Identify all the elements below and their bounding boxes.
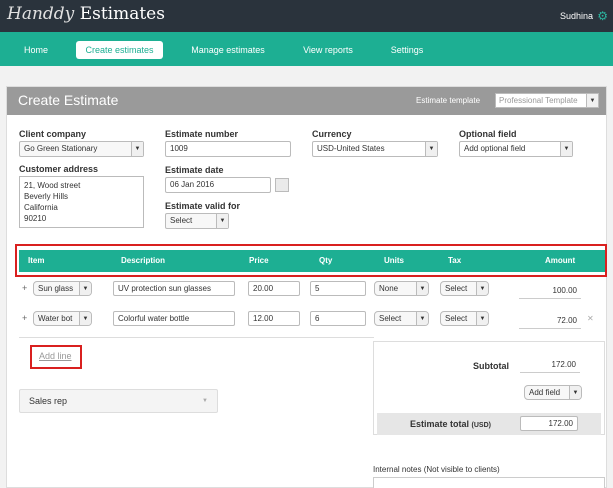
add-line-highlight bbox=[30, 345, 82, 369]
close-icon[interactable]: ✕ bbox=[587, 314, 594, 323]
customer-address-label: Customer address bbox=[19, 164, 99, 174]
subtotal-value: 172.00 bbox=[520, 358, 580, 373]
internal-notes-input[interactable] bbox=[373, 477, 605, 488]
chevron-down-icon: ▼ bbox=[216, 214, 228, 228]
qty-input[interactable]: 5 bbox=[310, 281, 366, 296]
item-select[interactable]: Water bot ▼ bbox=[33, 311, 92, 326]
template-label: Estimate template bbox=[416, 96, 481, 105]
qty-input[interactable]: 6 bbox=[310, 311, 366, 326]
summary-box: Subtotal 172.00 Add field ▼ Estimate tota… bbox=[373, 341, 605, 435]
nav-settings[interactable]: Settings bbox=[386, 41, 428, 59]
estimate-date-label: Estimate date bbox=[165, 165, 224, 175]
amount-value: 72.00 bbox=[519, 314, 581, 329]
main-nav: Home Create estimates Manage estimates V… bbox=[0, 32, 613, 66]
nav-create-estimates[interactable]: Create estimates bbox=[76, 41, 163, 59]
currency-label: Currency bbox=[312, 129, 352, 139]
tax-select[interactable]: Select ▼ bbox=[440, 281, 489, 296]
estimate-date-input[interactable]: 06 Jan 2016 bbox=[165, 177, 271, 193]
units-select[interactable]: None ▼ bbox=[374, 281, 429, 296]
chevron-down-icon: ▼ bbox=[569, 386, 581, 399]
chevron-down-icon: ▼ bbox=[79, 282, 91, 295]
page-title: Create Estimate bbox=[18, 92, 119, 108]
valid-for-label: Estimate valid for bbox=[165, 201, 241, 211]
sales-rep-select[interactable]: Sales rep ▼ bbox=[19, 389, 218, 413]
tax-select[interactable]: Select ▼ bbox=[440, 311, 489, 326]
estimate-total-value: 172.00 bbox=[520, 416, 578, 431]
amount-value: 100.00 bbox=[519, 284, 581, 299]
valid-for-select[interactable]: Select ▼ bbox=[165, 213, 229, 229]
chevron-down-icon: ▼ bbox=[416, 282, 428, 295]
estimate-number-input[interactable]: 1009 bbox=[165, 141, 291, 157]
chevron-down-icon: ▼ bbox=[79, 312, 91, 325]
chevron-down-icon: ▼ bbox=[476, 312, 488, 325]
description-input[interactable]: UV protection sun glasses bbox=[113, 281, 235, 296]
logo: Handdy Estimates bbox=[7, 4, 165, 24]
optional-field-label: Optional field bbox=[459, 129, 517, 139]
subtotal-label: Subtotal bbox=[473, 361, 509, 371]
customer-address-input[interactable]: 21, Wood street Beverly Hills California… bbox=[19, 176, 144, 228]
chevron-down-icon: ▼ bbox=[586, 94, 598, 107]
internal-notes-label: Internal notes (Not visible to clients) bbox=[373, 465, 500, 474]
units-select[interactable]: Select ▼ bbox=[374, 311, 429, 326]
estimate-number-label: Estimate number bbox=[165, 129, 239, 139]
client-company-label: Client company bbox=[19, 129, 87, 139]
chevron-down-icon: ▼ bbox=[202, 398, 208, 404]
currency-select[interactable]: USD-United States ▼ bbox=[312, 141, 438, 157]
panel-header: Create Estimate Estimate template Profes… bbox=[7, 87, 606, 115]
divider bbox=[19, 337, 374, 338]
create-estimate-panel: Create Estimate Estimate template Profes… bbox=[6, 86, 607, 488]
item-select[interactable]: Sun glass ▼ bbox=[33, 281, 92, 296]
price-input[interactable]: 12.00 bbox=[248, 311, 300, 326]
optional-field-select[interactable]: Add optional field ▼ bbox=[459, 141, 573, 157]
top-bar: Handdy Estimates Sudhina ⚙ bbox=[0, 0, 613, 32]
plus-icon[interactable]: + bbox=[22, 283, 27, 293]
header-highlight bbox=[15, 244, 607, 277]
chevron-down-icon: ▼ bbox=[560, 142, 572, 156]
plus-icon[interactable]: + bbox=[22, 313, 27, 323]
client-company-select[interactable]: Go Green Stationary ▼ bbox=[19, 141, 144, 157]
chevron-down-icon: ▼ bbox=[416, 312, 428, 325]
nav-home[interactable]: Home bbox=[18, 41, 54, 59]
estimate-total-label: Estimate total (USD) bbox=[410, 419, 491, 429]
chevron-down-icon: ▼ bbox=[425, 142, 437, 156]
nav-manage-estimates[interactable]: Manage estimates bbox=[188, 41, 268, 59]
nav-view-reports[interactable]: View reports bbox=[298, 41, 358, 59]
total-bar: Estimate total (USD) 172.00 bbox=[377, 413, 601, 435]
chevron-down-icon: ▼ bbox=[131, 142, 143, 156]
calendar-icon[interactable] bbox=[275, 178, 289, 192]
user-name[interactable]: Sudhina bbox=[560, 11, 593, 21]
gear-icon[interactable]: ⚙ bbox=[597, 9, 608, 23]
description-input[interactable]: Colorful water bottle bbox=[113, 311, 235, 326]
price-input[interactable]: 20.00 bbox=[248, 281, 300, 296]
template-select[interactable]: Professional Template ▼ bbox=[495, 93, 599, 108]
chevron-down-icon: ▼ bbox=[476, 282, 488, 295]
add-field-select[interactable]: Add field ▼ bbox=[524, 385, 582, 400]
